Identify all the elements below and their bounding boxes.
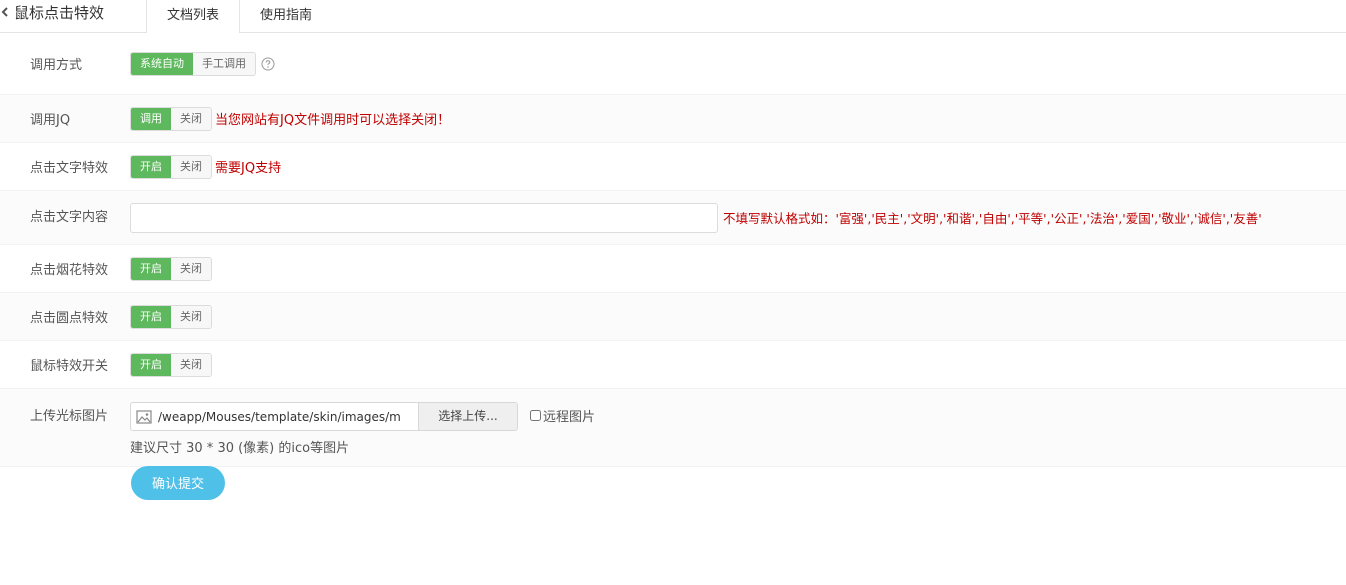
tab-user-guide[interactable]: 使用指南 — [240, 0, 332, 32]
mouse-switch-toggle: 开启 关闭 — [130, 352, 212, 377]
firework-effect-option-on[interactable]: 开启 — [131, 257, 171, 280]
text-effect-toggle: 开启 关闭 — [130, 154, 212, 179]
row-mouse-switch: 鼠标特效开关 开启 关闭 — [0, 341, 1346, 389]
text-content-hint: 不填写默认格式如：'富强','民主','文明','和谐','自由','平等','… — [723, 211, 1262, 226]
call-jq-toggle: 调用 关闭 — [130, 106, 212, 131]
call-mode-option-auto[interactable]: 系统自动 — [131, 52, 193, 75]
call-mode-option-manual[interactable]: 手工调用 — [193, 52, 255, 75]
upload-path-field[interactable]: /weapp/Mouses/template/skin/images/m — [131, 403, 418, 430]
row-cursor-image: 上传光标图片 /weapp/Mouses/template/skin/image… — [0, 389, 1346, 467]
tab-bar: 文档列表 使用指南 — [146, 0, 332, 33]
row-dot-effect: 点击圆点特效 开启 关闭 — [0, 293, 1346, 341]
row-call-jq: 调用JQ 调用 关闭 当您网站有JQ文件调用时可以选择关闭！ — [0, 95, 1346, 143]
page-title: 鼠标点击特效 — [14, 3, 105, 22]
image-icon — [136, 409, 152, 424]
submit-button[interactable]: 确认提交 — [131, 466, 225, 500]
cursor-image-label: 上传光标图片 — [30, 409, 109, 424]
size-hint: 建议尺寸 30 * 30 (像素) 的ico等图片 — [130, 441, 350, 456]
dot-effect-option-off[interactable]: 关闭 — [171, 305, 211, 328]
dot-effect-toggle: 开启 关闭 — [130, 304, 212, 329]
mouse-switch-option-on[interactable]: 开启 — [131, 353, 171, 376]
mouse-switch-option-off[interactable]: 关闭 — [171, 353, 211, 376]
back-button[interactable]: 鼠标点击特效 — [0, 0, 104, 24]
call-jq-option-call[interactable]: 调用 — [131, 107, 171, 130]
text-effect-hint: 需要JQ支持 — [215, 161, 282, 176]
dot-effect-option-on[interactable]: 开启 — [131, 305, 171, 328]
text-effect-label: 点击文字特效 — [30, 161, 109, 176]
row-text-effect: 点击文字特效 开启 关闭 需要JQ支持 — [0, 143, 1346, 191]
text-effect-option-off[interactable]: 关闭 — [171, 155, 211, 178]
row-text-content: 点击文字内容 不填写默认格式如：'富强','民主','文明','和谐','自由'… — [0, 191, 1346, 245]
cursor-image-upload-area: /weapp/Mouses/template/skin/images/m 选择上… — [130, 402, 595, 456]
firework-effect-option-off[interactable]: 关闭 — [171, 257, 211, 280]
call-mode-toggle: 系统自动 手工调用 — [130, 51, 256, 76]
firework-effect-label: 点击烟花特效 — [30, 263, 109, 278]
row-firework-effect: 点击烟花特效 开启 关闭 — [0, 245, 1346, 293]
upload-box: /weapp/Mouses/template/skin/images/m 选择上… — [130, 402, 518, 431]
call-mode-label: 调用方式 — [30, 58, 83, 73]
text-content-input[interactable] — [130, 202, 718, 233]
text-effect-option-on[interactable]: 开启 — [131, 155, 171, 178]
remote-image-option[interactable]: 远程图片 — [530, 406, 595, 425]
remote-image-checkbox[interactable] — [530, 410, 541, 421]
call-jq-option-off[interactable]: 关闭 — [171, 107, 211, 130]
help-icon[interactable] — [261, 57, 275, 71]
call-jq-hint: 当您网站有JQ文件调用时可以选择关闭！ — [215, 113, 451, 128]
upload-line: /weapp/Mouses/template/skin/images/m 选择上… — [130, 402, 595, 431]
chevron-left-icon — [1, 7, 8, 17]
upload-path-text: /weapp/Mouses/template/skin/images/m — [158, 409, 401, 424]
upload-select-button[interactable]: 选择上传... — [418, 403, 517, 430]
call-jq-label: 调用JQ — [30, 113, 71, 128]
mouse-switch-label: 鼠标特效开关 — [30, 359, 109, 374]
dot-effect-label: 点击圆点特效 — [30, 311, 109, 326]
header-bar: 鼠标点击特效 文档列表 使用指南 — [0, 0, 1346, 33]
firework-effect-toggle: 开启 关闭 — [130, 256, 212, 281]
text-content-label: 点击文字内容 — [30, 210, 109, 225]
row-call-mode: 调用方式 系统自动 手工调用 — [0, 33, 1346, 95]
tab-document-list[interactable]: 文档列表 — [146, 0, 241, 33]
remote-image-label: 远程图片 — [543, 410, 596, 425]
